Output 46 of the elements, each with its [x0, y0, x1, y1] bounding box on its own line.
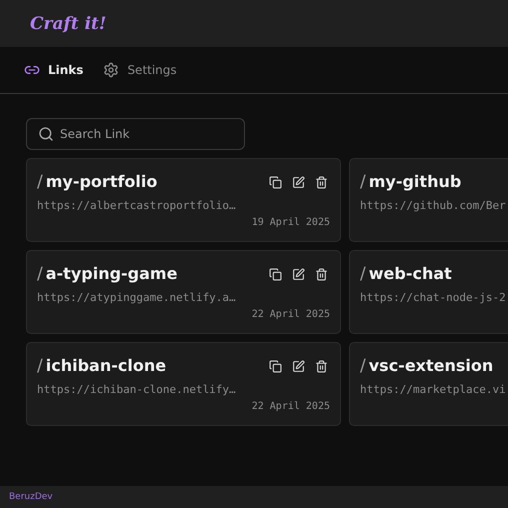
link-date: 22 April 2025 [252, 309, 330, 320]
slash-mark: / [360, 356, 366, 376]
footer-credit: BeruzDev [9, 492, 53, 502]
copy-button[interactable] [267, 358, 284, 374]
nav-tab[interactable]: Settings [101, 58, 179, 82]
link-date: 19 April 2025 [252, 217, 330, 228]
link-name: vsc-extension [368, 356, 494, 375]
copy-icon [269, 268, 282, 280]
link-date: 22 April 2025 [252, 401, 330, 412]
edit-icon [292, 360, 305, 372]
settings-icon [103, 62, 120, 78]
link-url: https://albertcastroportfolio… [37, 199, 237, 212]
link-name: ichiban-clone [46, 356, 166, 375]
link-name: web-chat [368, 264, 452, 283]
nav-tab[interactable]: Links [22, 58, 86, 82]
edit-button[interactable] [290, 174, 307, 190]
delete-button[interactable] [313, 174, 330, 190]
trash-icon [315, 360, 328, 372]
link-url: https://atypinggame.netlify.a… [37, 291, 237, 304]
copy-button[interactable] [267, 266, 284, 282]
link-name: my-github [368, 172, 462, 191]
link-name: a-typing-game [46, 264, 178, 283]
search-field[interactable]: Search Link [26, 118, 245, 150]
slash-mark: / [360, 264, 366, 284]
link-url: https://chat-node-js-2 [360, 291, 507, 304]
edit-icon [292, 268, 305, 280]
delete-button[interactable] [313, 266, 330, 282]
slash-mark: / [360, 172, 366, 192]
search-icon [38, 126, 54, 142]
copy-button[interactable] [267, 174, 284, 190]
link-url: https://marketplace.vi [360, 383, 507, 396]
copy-icon [269, 360, 282, 372]
link-url: https://ichiban-clone.netlify… [37, 383, 237, 396]
link-name: my-portfolio [46, 172, 158, 191]
edit-icon [292, 176, 305, 188]
edit-button[interactable] [290, 358, 307, 374]
trash-icon [315, 268, 328, 280]
link-url: https://github.com/Ber [360, 199, 507, 212]
slash-mark: / [37, 172, 43, 192]
copy-icon [269, 176, 282, 188]
edit-button[interactable] [290, 266, 307, 282]
app-logo: Craft it! [30, 14, 106, 34]
delete-button[interactable] [313, 358, 330, 374]
trash-icon [315, 176, 328, 188]
slash-mark: / [37, 264, 43, 284]
slash-mark: / [37, 356, 43, 376]
